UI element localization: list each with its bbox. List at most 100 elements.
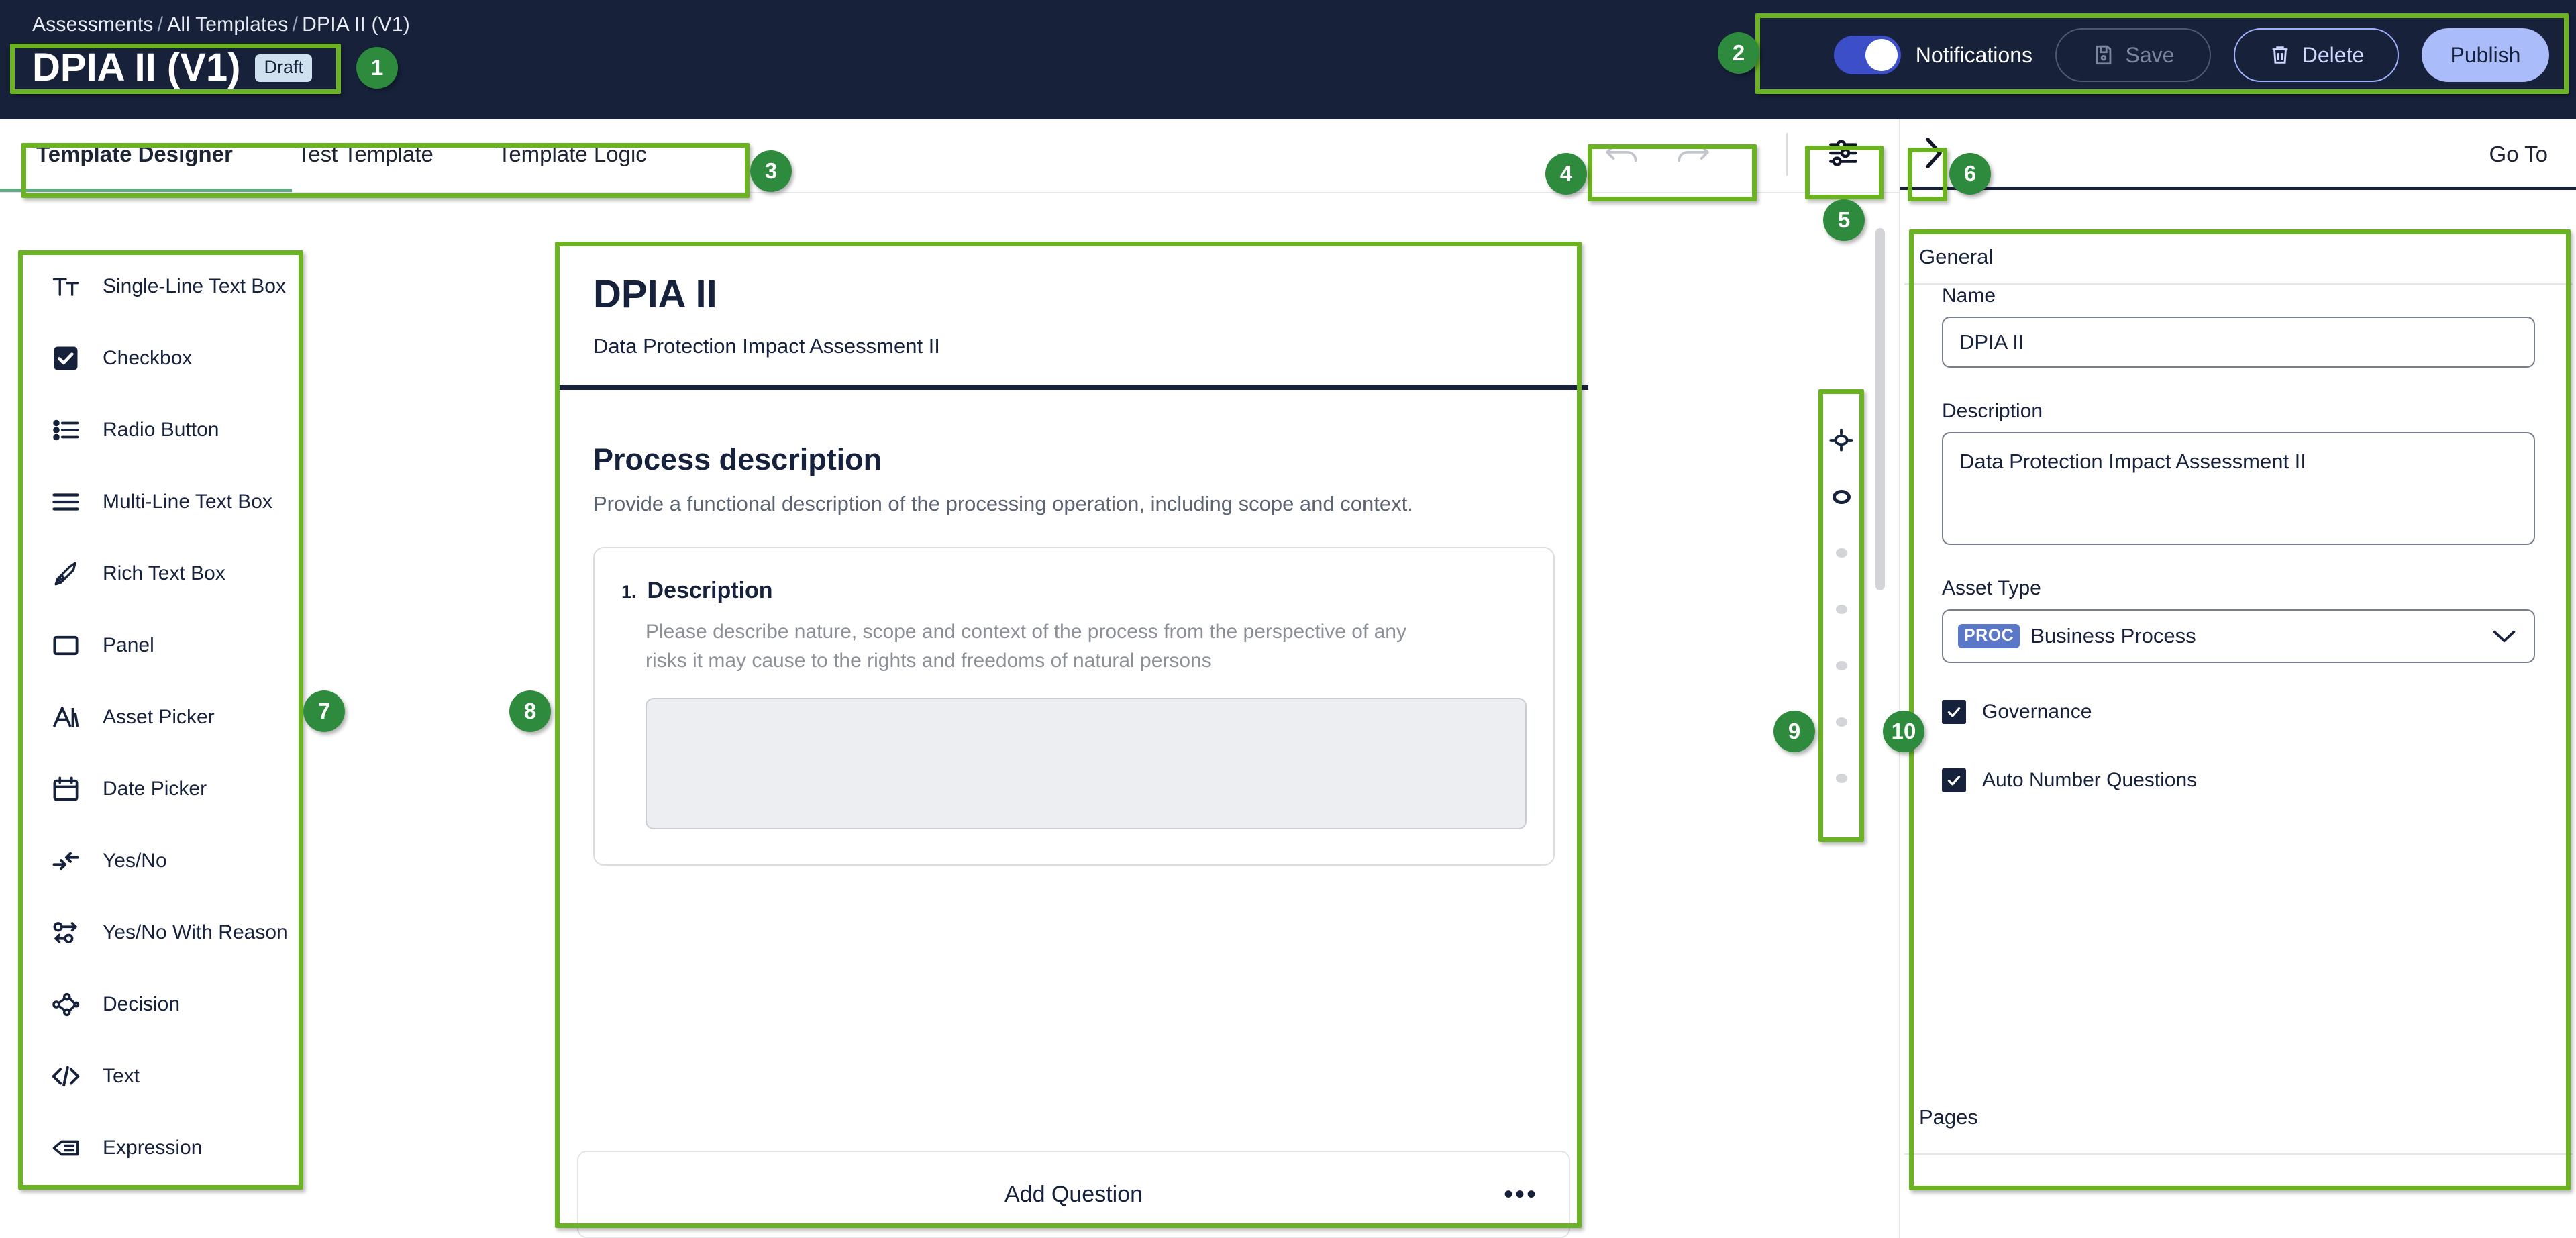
crosshair-target-icon	[1828, 427, 1855, 454]
status-badge: Draft	[255, 54, 312, 82]
redo-icon[interactable]	[1672, 139, 1711, 170]
page-indicator-dot[interactable]	[1820, 581, 1862, 637]
page-indicator-dot[interactable]	[1820, 694, 1862, 750]
undo-icon[interactable]	[1604, 139, 1643, 170]
breadcrumb-item-assessments[interactable]: Assessments	[32, 13, 154, 36]
page-indicator-dot[interactable]	[1820, 750, 1862, 807]
publish-button[interactable]: Publish	[2422, 28, 2549, 82]
save-button[interactable]: Save	[2055, 28, 2211, 82]
two-arrows-icon	[50, 845, 81, 876]
palette-item-yes-no-with-reason[interactable]: Yes/No With Reason	[18, 896, 285, 968]
template-description[interactable]: Data Protection Impact Assessment II	[593, 334, 1555, 358]
palette-item-radio-button[interactable]: Radio Button	[18, 394, 285, 466]
tab-template-logic[interactable]: Template Logic	[466, 119, 679, 189]
text-format-icon	[50, 271, 81, 302]
check-icon	[1945, 703, 1963, 721]
settings-button[interactable]	[1822, 134, 1865, 174]
breadcrumb: Assessments/All Templates/DPIA II (V1)	[32, 13, 410, 36]
palette-item-text[interactable]: Text	[18, 1040, 285, 1112]
add-question-button[interactable]: Add Question	[1004, 1182, 1143, 1208]
page-target-marker[interactable]	[1820, 412, 1862, 468]
annotation-bubble-6: 6	[1949, 153, 1991, 195]
notifications-label: Notifications	[1916, 43, 2032, 68]
rectangle-icon	[50, 630, 81, 661]
palette-item-label: Multi-Line Text Box	[103, 491, 272, 513]
asset-type-value: Business Process	[2030, 624, 2196, 648]
canvas-scrollbar[interactable]	[1875, 228, 1885, 590]
template-card-header: DPIA II Data Protection Impact Assessmen…	[560, 244, 1588, 390]
palette-item-multi-line-text-box[interactable]: Multi-Line Text Box	[18, 466, 285, 537]
breadcrumb-item-all-templates[interactable]: All Templates	[167, 13, 288, 36]
expand-panel-button[interactable]	[1914, 129, 1954, 180]
section-block: Process description Provide a functional…	[560, 390, 1588, 519]
publish-button-label: Publish	[2451, 43, 2521, 68]
toolbar-vertical-divider	[1786, 133, 1788, 176]
governance-checkbox-row[interactable]: Governance	[1942, 692, 2535, 731]
chevron-down-icon	[2492, 628, 2516, 644]
auto-number-checkbox-row[interactable]: Auto Number Questions	[1942, 761, 2535, 800]
question-description[interactable]: Please describe nature, scope and contex…	[646, 617, 1437, 675]
palette-item-label: Rich Text Box	[103, 562, 225, 585]
tab-test-template[interactable]: Test Template	[265, 119, 466, 189]
governance-label: Governance	[1982, 701, 2092, 723]
palette-item-asset-picker[interactable]: Asset Picker	[18, 681, 285, 753]
palette-item-expression[interactable]: Expression	[18, 1112, 285, 1184]
page-dot	[1836, 661, 1847, 670]
question-answer-input[interactable]	[646, 698, 1527, 829]
name-input[interactable]: DPIA II	[1942, 317, 2535, 368]
palette-item-single-line-text-box[interactable]: Single-Line Text Box	[18, 250, 285, 322]
notifications-toggle[interactable]	[1834, 36, 1901, 74]
page-indicator-dot[interactable]	[1820, 637, 1862, 694]
component-palette: Single-Line Text Box Checkbox Radio Butt…	[18, 250, 285, 1190]
palette-item-label: Panel	[103, 634, 154, 657]
annotation-bubble-5: 5	[1823, 199, 1865, 241]
section-title[interactable]: Process description	[593, 442, 1555, 477]
palette-item-yes-no[interactable]: Yes/No	[18, 825, 285, 896]
pages-section[interactable]: Pages	[1904, 1081, 2573, 1155]
delete-button[interactable]: Delete	[2234, 28, 2399, 82]
go-to-button[interactable]: Go To	[2489, 119, 2548, 189]
description-field-group: Description Data Protection Impact Asses…	[1904, 400, 2573, 545]
inspector-panel: General Name DPIA II Description Data Pr…	[1904, 231, 2573, 1189]
inspector-header-rule	[1900, 187, 2576, 190]
annotation-bubble-7: 7	[303, 690, 345, 732]
undo-redo-group	[1604, 134, 1711, 174]
page-indicator-current[interactable]	[1820, 468, 1862, 525]
annotation-bubble-3: 3	[750, 150, 792, 192]
palette-item-label: Expression	[103, 1137, 202, 1159]
page-dot	[1836, 548, 1847, 558]
toolbar-divider	[0, 192, 1899, 193]
template-name[interactable]: DPIA II	[593, 274, 1555, 315]
palette-item-label: Radio Button	[103, 419, 219, 442]
page-dot	[1836, 605, 1847, 614]
question-card[interactable]: 1. Description Please describe nature, s…	[593, 547, 1555, 866]
auto-number-checkbox[interactable]	[1942, 768, 1966, 792]
palette-item-label: Asset Picker	[103, 706, 215, 729]
asset-type-chip: PROC	[1958, 624, 2020, 648]
section-description[interactable]: Provide a functional description of the …	[593, 489, 1526, 519]
add-question-bar[interactable]: Add Question •••	[577, 1151, 1570, 1238]
page-dot	[1836, 717, 1847, 727]
question-title[interactable]: Description	[648, 578, 773, 604]
palette-item-checkbox[interactable]: Checkbox	[18, 322, 285, 394]
designer-toolbar: Template Designer Test Template Template…	[0, 119, 1899, 189]
annotation-bubble-4: 4	[1545, 153, 1587, 195]
spacer	[1904, 368, 2573, 400]
more-options-icon[interactable]: •••	[1504, 1188, 1538, 1201]
notifications-toggle-group[interactable]: Notifications	[1834, 36, 2032, 74]
breadcrumb-separator: /	[158, 13, 164, 36]
page-title-block: DPIA II (V1) Draft	[32, 48, 312, 87]
palette-item-panel[interactable]: Panel	[18, 609, 285, 681]
question-number: 1.	[621, 582, 637, 603]
page-indicator-dot[interactable]	[1820, 525, 1862, 581]
asset-type-select[interactable]: PROC Business Process	[1942, 609, 2535, 663]
save-disk-icon	[2092, 44, 2115, 66]
palette-item-decision[interactable]: Decision	[18, 968, 285, 1040]
palette-item-date-picker[interactable]: Date Picker	[18, 753, 285, 825]
description-textarea[interactable]: Data Protection Impact Assessment II	[1942, 432, 2535, 545]
governance-checkbox[interactable]	[1942, 700, 1966, 724]
pen-nib-icon	[50, 558, 81, 589]
tab-template-designer[interactable]: Template Designer	[30, 119, 265, 189]
palette-item-label: Date Picker	[103, 778, 207, 801]
palette-item-rich-text-box[interactable]: Rich Text Box	[18, 537, 285, 609]
